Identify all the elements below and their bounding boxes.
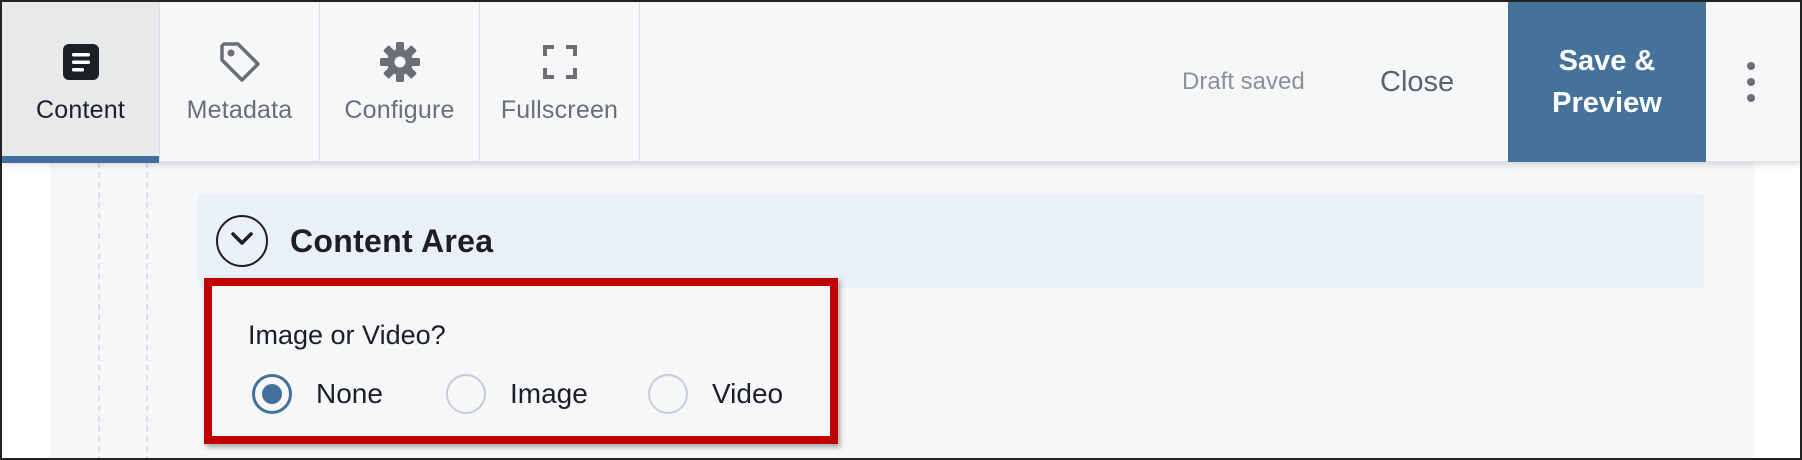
vertical-ellipsis-icon <box>1747 62 1755 70</box>
radio-option-image[interactable]: Image <box>446 372 588 416</box>
save-preview-label: Save & Preview <box>1552 45 1662 119</box>
collapse-toggle-button[interactable] <box>216 215 268 267</box>
tag-icon <box>218 40 262 84</box>
vertical-ellipsis-icon <box>1747 94 1755 102</box>
chevron-down-icon <box>231 231 253 251</box>
layout-guide <box>98 162 100 458</box>
tab-label: Configure <box>344 96 455 124</box>
radio-label: Image <box>510 378 588 409</box>
radio-option-none[interactable]: None <box>252 372 383 416</box>
radio-button[interactable] <box>446 374 486 414</box>
tab-label: Metadata <box>186 96 293 124</box>
document-icon <box>59 40 103 84</box>
close-button[interactable]: Close <box>1380 66 1454 99</box>
more-options-button[interactable] <box>1736 62 1766 102</box>
tab-metadata[interactable]: Metadata <box>160 2 320 162</box>
radio-label: Video <box>712 378 784 409</box>
radio-button[interactable] <box>648 374 688 414</box>
radio-selected-dot <box>262 384 282 404</box>
editor-toolbar: Content Metadata Configure Fullscreen Dr… <box>2 2 1800 163</box>
tab-label: Content <box>36 96 125 124</box>
radio-button[interactable] <box>252 374 292 414</box>
media-type-field: Image or Video? None Image Video <box>204 278 838 444</box>
radio-option-video[interactable]: Video <box>648 372 783 416</box>
save-preview-button[interactable]: Save & Preview <box>1508 2 1706 162</box>
app-window: Content Metadata Configure Fullscreen Dr… <box>0 0 1802 460</box>
draft-status-text: Draft saved <box>1182 68 1305 95</box>
tab-configure[interactable]: Configure <box>320 2 480 162</box>
tab-content[interactable]: Content <box>2 2 160 163</box>
radio-label: None <box>316 378 383 409</box>
section-title: Content Area <box>290 222 494 259</box>
editor-canvas: Content Area Image or Video? None Image … <box>50 162 1754 458</box>
tab-fullscreen[interactable]: Fullscreen <box>480 2 640 162</box>
content-area-header: Content Area <box>198 194 1704 288</box>
tab-label: Fullscreen <box>500 96 619 124</box>
field-label: Image or Video? <box>248 320 446 350</box>
fullscreen-icon <box>538 40 582 84</box>
gear-icon <box>378 40 422 84</box>
layout-guide <box>146 162 148 458</box>
vertical-ellipsis-icon <box>1747 78 1755 86</box>
